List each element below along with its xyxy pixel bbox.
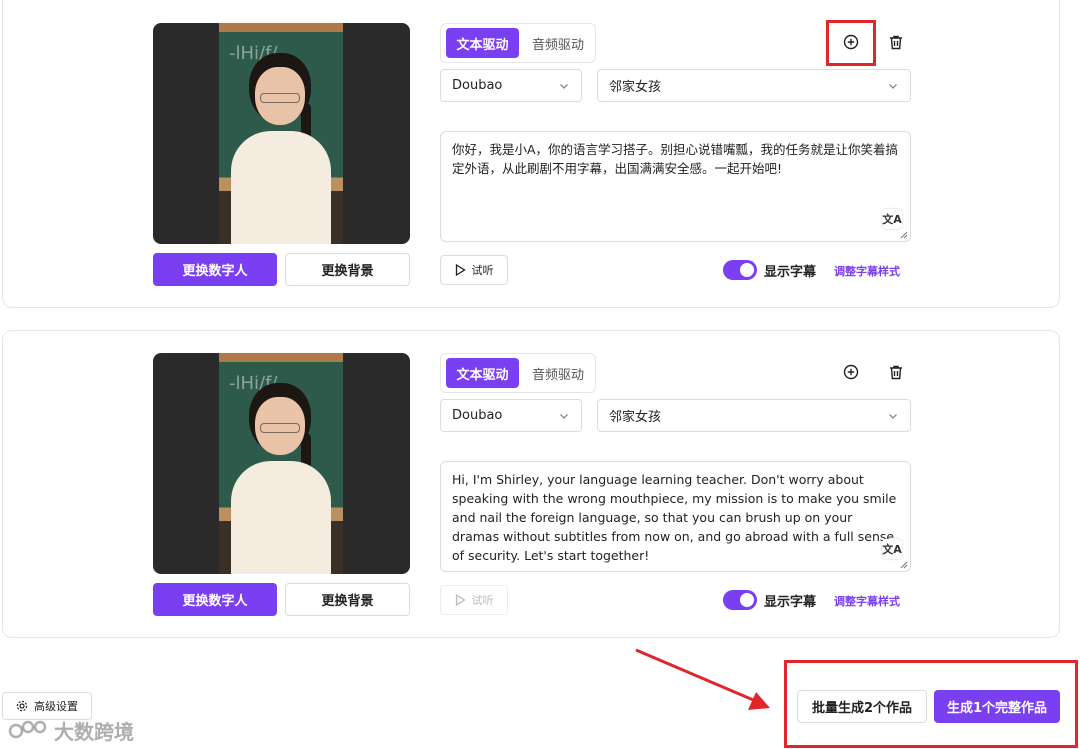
delete-scene-button[interactable] <box>885 361 907 383</box>
play-icon <box>455 264 466 276</box>
resize-handle-icon[interactable] <box>900 231 908 239</box>
listen-button[interactable]: 试听 <box>440 255 508 285</box>
classroom-background: -lHi/f/- <box>219 353 343 574</box>
subtitle-toggle[interactable] <box>723 590 757 610</box>
script-textarea[interactable]: 你好，我是小A，你的语言学习搭子。别担心说错嘴瓢，我的任务就是让你笑着搞定外语，… <box>440 131 911 242</box>
voice-select-value: 邻家女孩 <box>609 80 662 95</box>
avatar-preview: -lHi/f/- <box>153 23 410 244</box>
delete-scene-button[interactable] <box>885 31 907 53</box>
chevron-down-icon <box>560 84 568 89</box>
trash-icon <box>890 365 902 379</box>
annotation-arrow-icon <box>635 648 770 710</box>
script-text: 你好，我是小A，你的语言学习搭子。别担心说错嘴瓢，我的任务就是让你笑着搞定外语，… <box>452 142 899 176</box>
annotation-highlight-actions <box>784 660 1078 748</box>
subtitle-style-link[interactable]: 调整字幕样式 <box>834 593 900 609</box>
subtitle-toggle[interactable] <box>723 260 757 280</box>
voice-select[interactable]: 邻家女孩 <box>597 69 911 102</box>
watermark-logo-icon <box>8 720 47 738</box>
change-background-button[interactable]: 更换背景 <box>285 253 410 286</box>
tab-audio-drive[interactable]: 音频驱动 <box>523 358 593 388</box>
chevron-down-icon <box>889 414 897 419</box>
change-avatar-button[interactable]: 更换数字人 <box>153 253 277 286</box>
model-select-value: Doubao <box>452 78 503 93</box>
drive-mode-tabs: 文本驱动 音频驱动 <box>440 353 596 393</box>
voice-select[interactable]: 邻家女孩 <box>597 399 911 432</box>
change-background-button[interactable]: 更换背景 <box>285 583 410 616</box>
gear-icon <box>16 700 28 712</box>
advanced-settings-label: 高级设置 <box>34 700 78 713</box>
tab-text-drive[interactable]: 文本驱动 <box>446 28 519 58</box>
tab-audio-drive[interactable]: 音频驱动 <box>523 28 593 58</box>
listen-label: 试听 <box>471 264 494 277</box>
avatar-preview: -lHi/f/- <box>153 353 410 574</box>
listen-button[interactable]: 试听 <box>440 585 508 615</box>
watermark-text: 大数跨境 <box>54 720 134 744</box>
drive-mode-tabs: 文本驱动 音频驱动 <box>440 23 596 63</box>
scene-card-1: -lHi/f/- 更换数字人 更换背景 文本驱动 音频驱动 Doubao 邻家女… <box>2 0 1060 308</box>
chevron-down-icon <box>560 414 568 419</box>
change-avatar-button[interactable]: 更换数字人 <box>153 583 277 616</box>
subtitle-style-link[interactable]: 调整字幕样式 <box>834 263 900 279</box>
model-select[interactable]: Doubao <box>440 399 582 432</box>
watermark: 大数跨境 <box>8 716 134 745</box>
model-select-value: Doubao <box>452 408 503 423</box>
trash-icon <box>890 35 902 49</box>
scene-card-2: -lHi/f/- 更换数字人 更换背景 文本驱动 音频驱动 Doubao 邻家女… <box>2 330 1060 638</box>
listen-label: 试听 <box>471 594 494 607</box>
classroom-background: -lHi/f/- <box>219 23 343 244</box>
tab-text-drive[interactable]: 文本驱动 <box>446 358 519 388</box>
subtitle-toggle-label: 显示字幕 <box>764 595 817 610</box>
plus-circle-icon <box>843 364 859 380</box>
script-text: Hi, I'm Shirley, your language learning … <box>452 472 897 563</box>
translate-icon[interactable]: 文A <box>882 209 902 229</box>
translate-icon[interactable]: 文A <box>882 539 902 559</box>
annotation-highlight-add <box>826 20 876 66</box>
play-icon <box>455 594 466 606</box>
add-scene-button[interactable] <box>840 361 862 383</box>
model-select[interactable]: Doubao <box>440 69 582 102</box>
script-textarea[interactable]: Hi, I'm Shirley, your language learning … <box>440 461 911 572</box>
chevron-down-icon <box>889 84 897 89</box>
resize-handle-icon[interactable] <box>900 561 908 569</box>
voice-select-value: 邻家女孩 <box>609 410 662 425</box>
subtitle-toggle-label: 显示字幕 <box>764 265 817 280</box>
